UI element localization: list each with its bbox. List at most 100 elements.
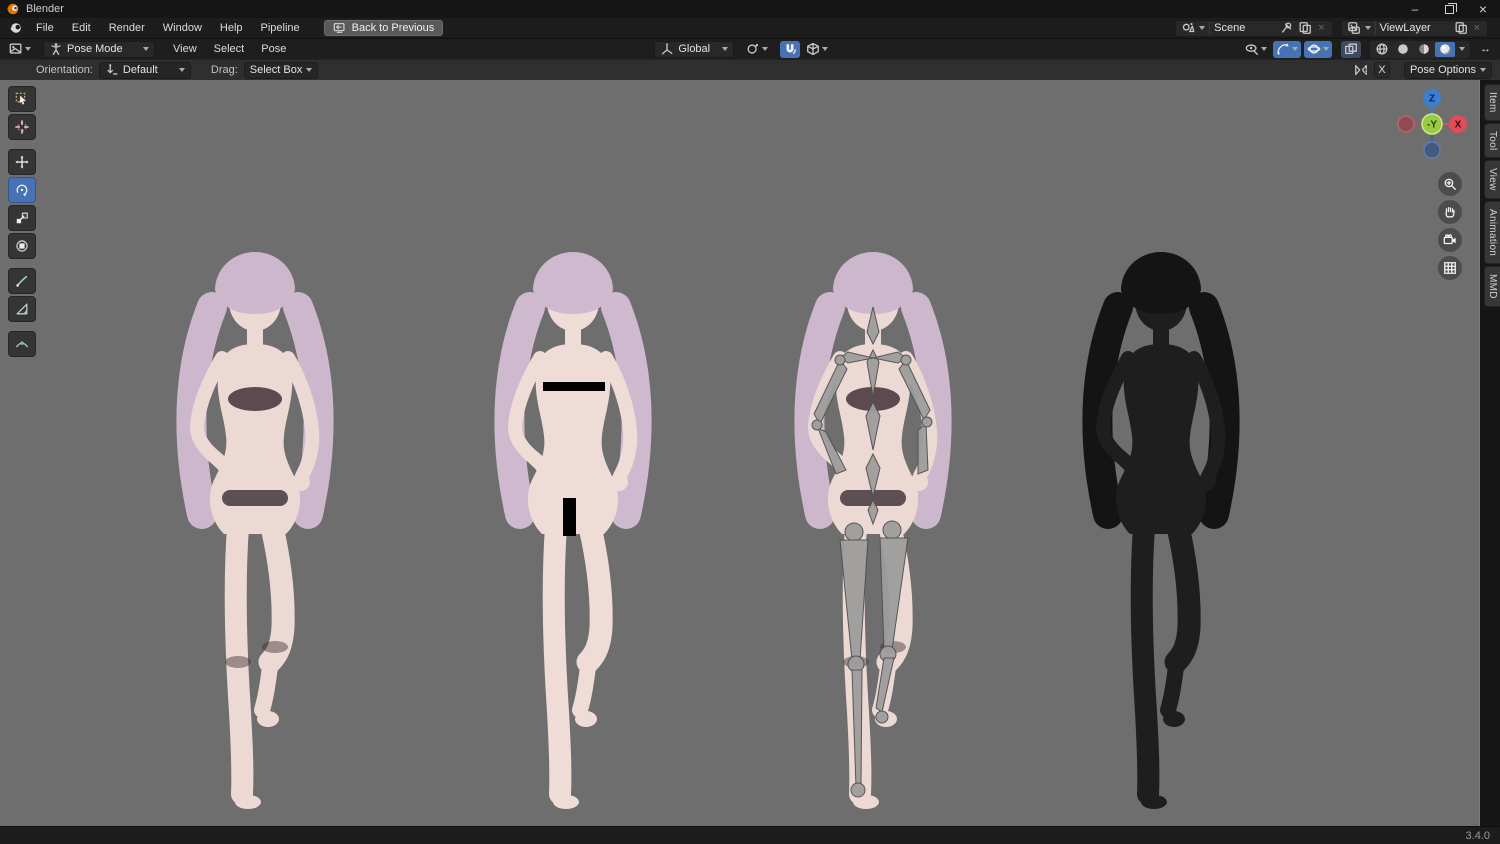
mirror-icon[interactable] xyxy=(1354,63,1368,77)
tool-move[interactable] xyxy=(8,149,36,175)
transform-orientation-label: Global xyxy=(678,43,711,55)
orientation-value: Default xyxy=(122,64,158,76)
editor-type-button[interactable] xyxy=(6,41,34,58)
pose-mode-icon xyxy=(49,43,63,56)
orientation-label: Orientation: xyxy=(36,64,93,76)
tool-tweak-select[interactable] xyxy=(8,86,36,112)
pose-options-label: Pose Options xyxy=(1409,64,1476,76)
menu-file[interactable]: File xyxy=(28,20,62,36)
tab-tool[interactable]: Tool xyxy=(1484,122,1500,159)
tool-cursor[interactable] xyxy=(8,114,36,140)
tool-scale[interactable] xyxy=(8,205,36,231)
blender-logo-icon xyxy=(9,23,21,33)
window-title: Blender xyxy=(26,3,64,15)
rendered-shading-icon xyxy=(1440,44,1452,56)
new-scene-copy-icon[interactable] xyxy=(1298,21,1312,35)
gizmos-icon xyxy=(1277,43,1289,55)
minimize-button[interactable]: – xyxy=(1398,0,1432,18)
editor-type-chevron-icon xyxy=(25,47,31,51)
tab-view[interactable]: View xyxy=(1484,160,1500,199)
menu-help[interactable]: Help xyxy=(212,20,251,36)
shading-chevron-icon[interactable] xyxy=(1459,47,1465,51)
camera-icon xyxy=(1443,233,1456,247)
grid-ortho-icon xyxy=(1443,261,1457,275)
material-preview-shading-button[interactable] xyxy=(1414,42,1434,57)
show-gizmo-visibility-button[interactable] xyxy=(1242,41,1270,58)
mode-selector-chevron-icon xyxy=(143,47,149,51)
tool-transform[interactable] xyxy=(8,233,36,259)
navigation-gizmo[interactable]: Z X -Y xyxy=(1394,86,1470,162)
rendered-shading-button[interactable] xyxy=(1435,41,1455,57)
menu-edit[interactable]: Edit xyxy=(64,20,99,36)
model-base-mesh-character[interactable] xyxy=(468,192,678,826)
tweak-select-icon xyxy=(15,92,26,105)
solid-shading-button[interactable] xyxy=(1393,42,1413,57)
show-gizmos-button[interactable] xyxy=(1273,40,1301,58)
scene-name[interactable]: Scene xyxy=(1214,22,1276,34)
xray-toggle-button[interactable] xyxy=(1341,40,1361,58)
close-button[interactable]: × xyxy=(1466,0,1500,18)
model-armature-character[interactable] xyxy=(768,192,978,826)
pivot-point-chevron-icon xyxy=(762,47,769,51)
wireframe-shading-button[interactable] xyxy=(1372,42,1392,57)
drag-dropdown[interactable]: Select Box xyxy=(243,61,319,79)
overlays-chevron-icon xyxy=(1323,47,1329,51)
menu-view[interactable]: View xyxy=(166,41,204,57)
view-layer-selector[interactable]: ViewLayer × xyxy=(1340,19,1488,37)
transform-orientation-chevron-icon xyxy=(722,47,729,51)
view-layer-browse-chevron-icon xyxy=(1364,26,1371,30)
tool-annotate[interactable] xyxy=(8,268,36,294)
back-to-previous-label: Back to Previous xyxy=(351,22,435,34)
transform-orientation-selector[interactable]: Global xyxy=(654,40,735,58)
tab-animation[interactable]: Animation xyxy=(1484,200,1500,265)
sidebar-tab-strip: Item Tool View Animation MMD xyxy=(1479,80,1500,826)
tool-pose-breakdowner[interactable] xyxy=(8,331,36,357)
pin-icon[interactable] xyxy=(1280,21,1294,35)
header-overflow-button[interactable]: ↔ xyxy=(1477,41,1494,58)
orientation-axes-icon xyxy=(660,43,674,56)
maximize-button[interactable] xyxy=(1432,0,1466,18)
tab-item[interactable]: Item xyxy=(1484,84,1500,121)
status-bar: 3.4.0 xyxy=(0,826,1500,844)
zoom-button[interactable] xyxy=(1438,172,1462,196)
viewport-toolbar xyxy=(8,86,36,357)
tool-rotate[interactable] xyxy=(8,177,36,203)
pivot-point-icon xyxy=(746,43,759,56)
menu-pose[interactable]: Pose xyxy=(254,41,293,57)
viewport-view-buttons xyxy=(1438,172,1462,280)
gizmos-chevron-icon xyxy=(1292,47,1298,51)
scene-selector[interactable]: Scene × xyxy=(1175,19,1333,37)
snap-target-button[interactable] xyxy=(803,41,831,58)
unlink-scene-icon[interactable]: × xyxy=(1316,22,1326,34)
tool-settings-bar: Orientation: Default Drag: Select Box X … xyxy=(0,59,1500,80)
orientation-dropdown[interactable]: Default xyxy=(98,61,191,79)
move-icon xyxy=(15,155,29,169)
tab-mmd[interactable]: MMD xyxy=(1484,266,1500,307)
viewport-canvas[interactable]: Z X -Y ‹ xyxy=(0,80,1500,826)
menu-window[interactable]: Window xyxy=(155,20,210,36)
menu-pipeline[interactable]: Pipeline xyxy=(253,20,308,36)
pose-options-dropdown[interactable]: Pose Options xyxy=(1403,61,1492,79)
new-view-layer-copy-icon[interactable] xyxy=(1454,21,1468,35)
show-overlays-button[interactable] xyxy=(1304,40,1332,58)
orthographic-toggle-button[interactable] xyxy=(1438,256,1462,280)
snap-toggle-button[interactable] xyxy=(780,40,801,58)
xray-icon xyxy=(1344,42,1358,56)
pan-button[interactable] xyxy=(1438,200,1462,224)
mirror-x-axis-button[interactable]: X xyxy=(1373,62,1390,78)
menu-select[interactable]: Select xyxy=(207,41,252,57)
app-menu-button[interactable] xyxy=(6,20,26,37)
model-wireframe-character[interactable] xyxy=(1056,192,1266,826)
back-to-previous-button[interactable]: Back to Previous xyxy=(323,20,444,36)
view-layer-icon xyxy=(1347,21,1361,35)
model-textured-character[interactable] xyxy=(150,192,360,826)
menu-render[interactable]: Render xyxy=(101,20,153,36)
remove-view-layer-icon[interactable]: × xyxy=(1472,22,1482,34)
camera-view-button[interactable] xyxy=(1438,228,1462,252)
blender-logo-icon xyxy=(6,3,19,15)
pivot-point-button[interactable] xyxy=(743,41,771,58)
hand-pan-icon xyxy=(1443,205,1457,219)
view-layer-name[interactable]: ViewLayer xyxy=(1380,22,1450,34)
tool-measure[interactable] xyxy=(8,296,36,322)
mode-selector[interactable]: Pose Mode xyxy=(43,40,155,58)
